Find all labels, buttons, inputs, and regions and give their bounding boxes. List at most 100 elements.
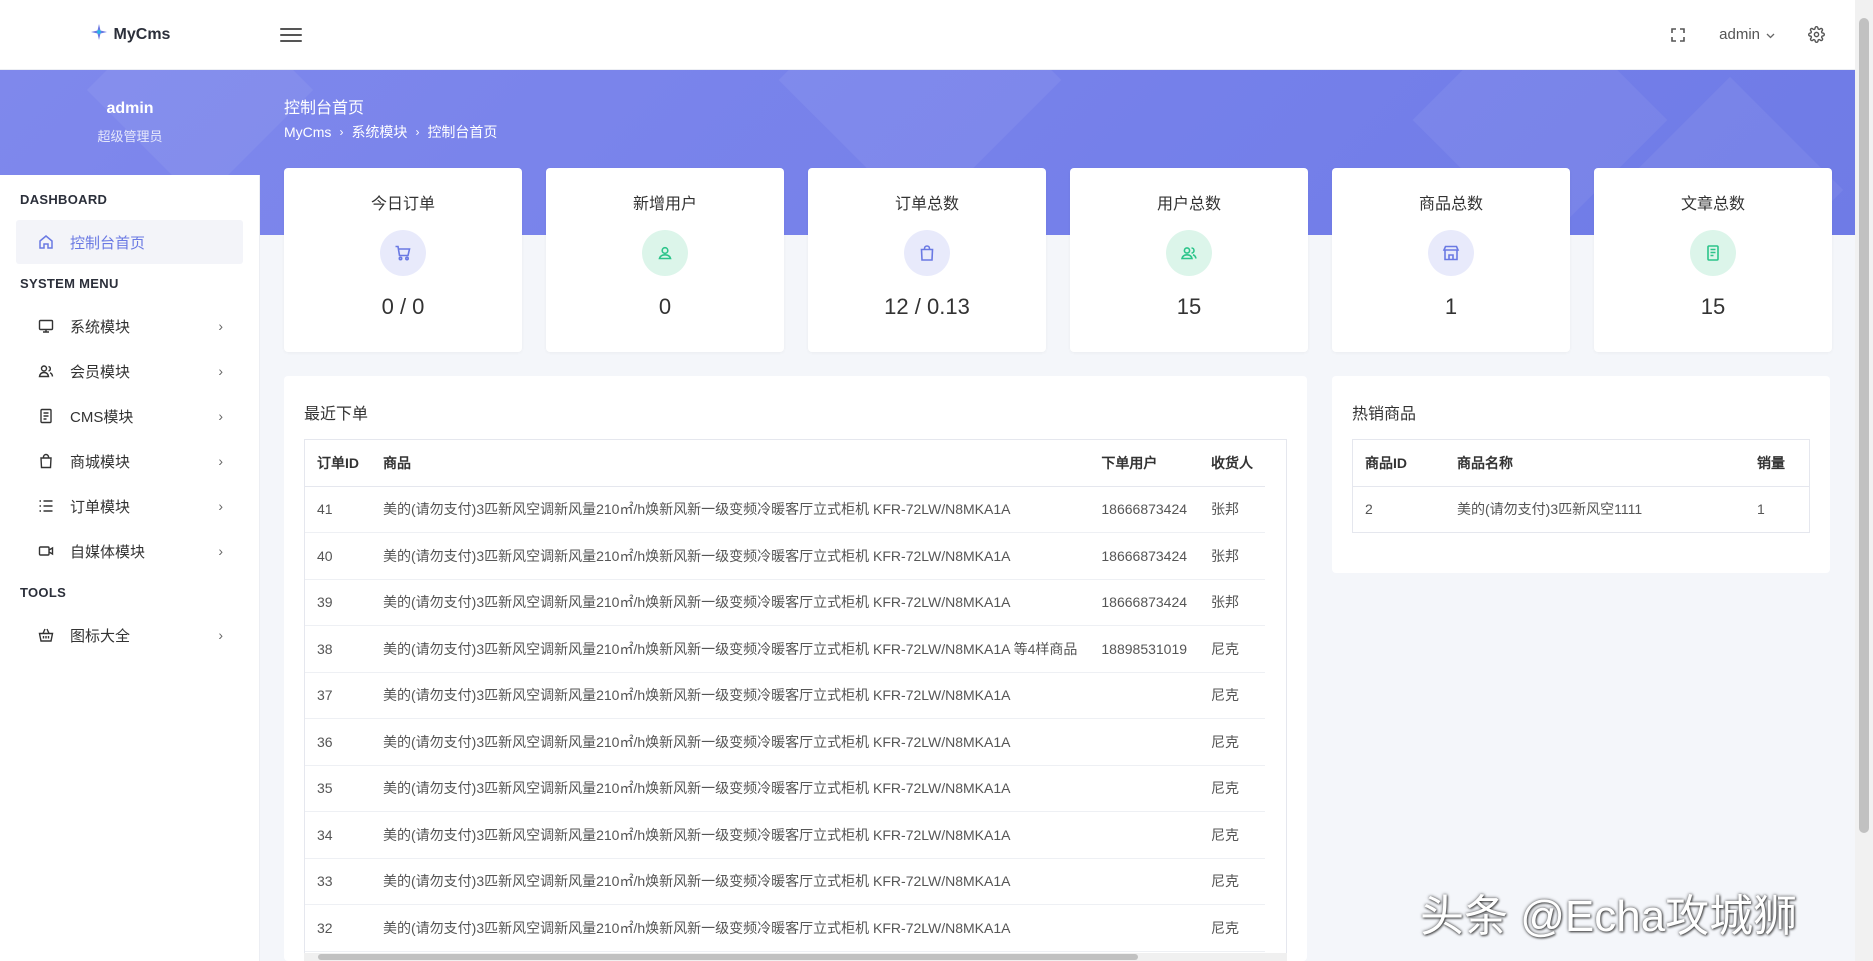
column-header: 收货人 xyxy=(1199,440,1266,487)
table-cell: 尼克 xyxy=(1199,858,1266,905)
sidebar-item-mall[interactable]: 商城模块 › xyxy=(16,439,243,483)
table-cell: 18898531019 xyxy=(1089,625,1200,673)
sidebar-item-cms[interactable]: CMS模块 › xyxy=(16,394,243,438)
store-icon xyxy=(1428,230,1474,276)
breadcrumb-item[interactable]: 系统模块 xyxy=(351,122,407,142)
table-cell: 张邦 xyxy=(1199,579,1266,626)
table-cell: 34 xyxy=(305,811,371,859)
table-cell xyxy=(1089,765,1200,812)
table-cell: 38 xyxy=(305,625,371,673)
column-header: 订单ID xyxy=(305,440,371,487)
sidebar-item-media[interactable]: 自媒体模块 › xyxy=(16,529,243,573)
orders-table-wrapper[interactable]: 订单ID 商品 下单用户 收货人 41 美的(请勿支付)3匹新风空调新风量210㎡… xyxy=(304,439,1287,961)
table-cell: 美的(请勿支付)3匹新风空调新风量210㎡/h焕新风新一级变频冷暖客厅立式柜机 … xyxy=(371,625,1090,673)
sidebar: DASHBOARD 控制台首页 SYSTEM MENU 系统模块 › 会员模块 … xyxy=(0,175,260,961)
scrollbar-thumb[interactable] xyxy=(1859,18,1869,833)
sidebar-item-members[interactable]: 会员模块 › xyxy=(16,349,243,393)
table-cell: 40 xyxy=(305,532,371,580)
stat-card-value: 0 / 0 xyxy=(381,294,425,319)
table-row: 2 美的(请勿支付)3匹新风空1111 1 xyxy=(1353,486,1809,532)
brand-name: MyCms xyxy=(113,25,171,43)
table-row: 32 美的(请勿支付)3匹新风空调新风量210㎡/h焕新风新一级变频冷暖客厅立式柜… xyxy=(305,904,1266,952)
stat-cards: 今日订单 0 / 0 新增用户 0 订单总数 12 / 0.13 用户总数 15… xyxy=(284,168,1832,352)
table-cell: 尼克 xyxy=(1199,672,1266,719)
gear-icon[interactable] xyxy=(1807,26,1825,44)
stat-card-title: 新增用户 xyxy=(632,196,697,213)
hot-products-panel: 热销商品 商品ID 商品名称 销量 2 美的(请勿支付)3匹新风空1111 1 xyxy=(1332,376,1830,573)
chevron-right-icon: › xyxy=(218,408,223,424)
breadcrumb-item[interactable]: MyCms xyxy=(284,124,331,140)
stat-card-today-orders: 今日订单 0 / 0 xyxy=(284,168,522,352)
shopping-bag-icon xyxy=(36,453,56,469)
page-scrollbar[interactable] xyxy=(1855,0,1873,961)
table-cell: 美的(请勿支付)3匹新风空调新风量210㎡/h焕新风新一级变频冷暖客厅立式柜机 … xyxy=(371,579,1090,626)
horizontal-scrollbar[interactable] xyxy=(304,953,1287,961)
cart-icon xyxy=(380,230,426,276)
home-icon xyxy=(36,234,56,250)
table-cell: 39 xyxy=(305,579,371,626)
table-row: 35 美的(请勿支付)3匹新风空调新风量210㎡/h焕新风新一级变频冷暖客厅立式柜… xyxy=(305,765,1266,812)
table-row: 37 美的(请勿支付)3匹新风空调新风量210㎡/h焕新风新一级变频冷暖客厅立式柜… xyxy=(305,672,1266,719)
chevron-right-icon: › xyxy=(415,125,420,139)
chevron-right-icon: › xyxy=(218,498,223,514)
table-cell: 美的(请勿支付)3匹新风空调新风量210㎡/h焕新风新一级变频冷暖客厅立式柜机 … xyxy=(371,858,1090,905)
table-header-row: 订单ID 商品 下单用户 收货人 xyxy=(305,440,1266,487)
sidebar-item-dashboard[interactable]: 控制台首页 xyxy=(16,220,243,264)
article-icon xyxy=(1690,230,1736,276)
fullscreen-icon[interactable] xyxy=(1669,26,1687,44)
table-cell: 32 xyxy=(305,904,371,952)
table-row: 34 美的(请勿支付)3匹新风空调新风量210㎡/h焕新风新一级变频冷暖客厅立式柜… xyxy=(305,811,1266,859)
table-cell: 美的(请勿支付)3匹新风空1111 xyxy=(1445,486,1745,532)
table-cell: 美的(请勿支付)3匹新风空调新风量210㎡/h焕新风新一级变频冷暖客厅立式柜机 … xyxy=(371,718,1090,766)
table-row: 36 美的(请勿支付)3匹新风空调新风量210㎡/h焕新风新一级变频冷暖客厅立式柜… xyxy=(305,718,1266,766)
brand[interactable]: MyCms xyxy=(0,23,260,46)
breadcrumb-item: 控制台首页 xyxy=(427,124,498,140)
hot-products-table: 商品ID 商品名称 销量 2 美的(请勿支付)3匹新风空1111 1 xyxy=(1353,440,1809,532)
scrollbar-thumb[interactable] xyxy=(318,954,1138,960)
stat-card-title: 文章总数 xyxy=(1680,196,1745,213)
sidebar-item-label: 订单模块 xyxy=(70,498,131,516)
logo-icon xyxy=(90,23,108,46)
table-cell: 尼克 xyxy=(1199,718,1266,766)
table-cell: 18666873424 xyxy=(1089,486,1200,533)
column-header: 商品名称 xyxy=(1445,440,1745,487)
panel-title: 最近下单 xyxy=(304,406,369,423)
sidebar-item-system[interactable]: 系统模块 › xyxy=(16,304,243,348)
hot-table-wrapper: 商品ID 商品名称 销量 2 美的(请勿支付)3匹新风空1111 1 xyxy=(1352,439,1810,533)
table-row: 38 美的(请勿支付)3匹新风空调新风量210㎡/h焕新风新一级变频冷暖客厅立式柜… xyxy=(305,625,1266,673)
table-cell: 张邦 xyxy=(1199,532,1266,580)
table-cell: 1 xyxy=(1745,486,1809,532)
section-title-system-menu: SYSTEM MENU xyxy=(20,276,119,291)
chevron-right-icon: › xyxy=(218,363,223,379)
stat-card-value: 12 / 0.13 xyxy=(884,294,970,319)
breadcrumb: MyCms › 系统模块 › 控制台首页 xyxy=(284,122,497,142)
table-cell: 18666873424 xyxy=(1089,579,1200,626)
table-cell xyxy=(1089,904,1200,952)
page-title: 控制台首页 xyxy=(284,100,365,117)
table-cell: 美的(请勿支付)3匹新风空调新风量210㎡/h焕新风新一级变频冷暖客厅立式柜机 … xyxy=(371,486,1090,533)
column-header: 商品 xyxy=(371,440,1090,487)
stat-card-title: 今日订单 xyxy=(370,196,435,213)
table-cell: 41 xyxy=(305,486,371,533)
stat-card-value: 0 xyxy=(658,294,672,319)
table-cell: 美的(请勿支付)3匹新风空调新风量210㎡/h焕新风新一级变频冷暖客厅立式柜机 … xyxy=(371,811,1090,859)
table-cell: 2 xyxy=(1353,486,1445,532)
user-dropdown[interactable]: admin xyxy=(1719,26,1775,43)
monitor-icon xyxy=(36,318,56,334)
table-cell: 18666873424 xyxy=(1089,532,1200,580)
table-row: 33 美的(请勿支付)3匹新风空调新风量210㎡/h焕新风新一级变频冷暖客厅立式柜… xyxy=(305,858,1266,905)
sidebar-item-orders[interactable]: 订单模块 › xyxy=(16,484,243,528)
orders-table: 订单ID 商品 下单用户 收货人 41 美的(请勿支付)3匹新风空调新风量210㎡… xyxy=(305,440,1266,952)
menu-toggle-icon[interactable] xyxy=(280,24,302,46)
stat-card-value: 1 xyxy=(1444,294,1458,319)
table-cell xyxy=(1089,811,1200,859)
sidebar-item-icons[interactable]: 图标大全 › xyxy=(16,613,243,657)
table-header-row: 商品ID 商品名称 销量 xyxy=(1353,440,1809,487)
table-cell: 美的(请勿支付)3匹新风空调新风量210㎡/h焕新风新一级变频冷暖客厅立式柜机 … xyxy=(371,532,1090,580)
sidebar-item-label: 控制台首页 xyxy=(70,234,146,252)
table-cell: 尼克 xyxy=(1199,765,1266,812)
table-cell: 尼克 xyxy=(1199,904,1266,952)
stat-card-title: 订单总数 xyxy=(894,196,959,213)
table-cell: 美的(请勿支付)3匹新风空调新风量210㎡/h焕新风新一级变频冷暖客厅立式柜机 … xyxy=(371,904,1090,952)
sidebar-item-label: 会员模块 xyxy=(70,363,131,381)
